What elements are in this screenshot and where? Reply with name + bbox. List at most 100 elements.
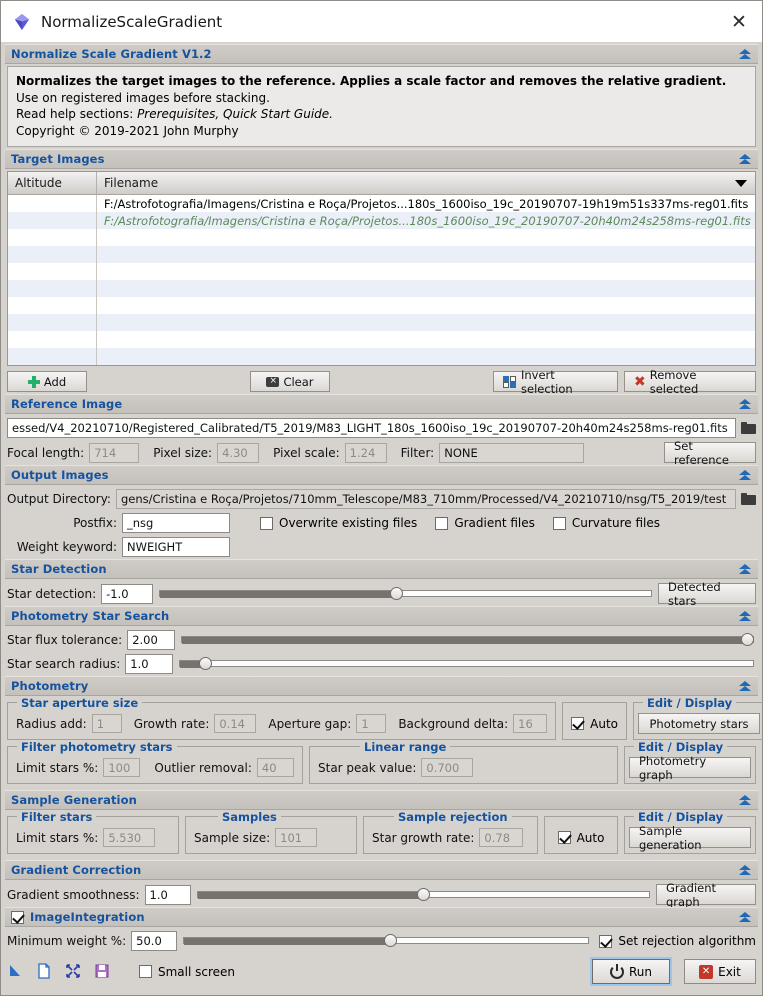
remove-selected-button[interactable]: ✖ Remove selected <box>624 368 756 396</box>
collapse-up-icon[interactable] <box>739 680 752 693</box>
collapse-up-icon[interactable] <box>739 864 752 877</box>
invert-selection-button[interactable]: Invert selection <box>493 368 618 396</box>
table-row-empty[interactable] <box>8 331 755 349</box>
gradient-graph-button[interactable]: Gradient graph <box>656 881 756 909</box>
postfix-field[interactable]: _nsg <box>122 513 230 534</box>
cell-altitude <box>8 314 97 332</box>
checkbox-box[interactable] <box>557 831 571 845</box>
star-flux-tolerance-slider[interactable] <box>181 630 754 650</box>
table-row[interactable]: F:/Astrofotografia/Imagens/Cristina e Ro… <box>8 212 755 230</box>
gradient-files-checkbox[interactable]: Gradient files <box>435 516 535 530</box>
section-header-star-detection[interactable]: Star Detection <box>5 559 758 580</box>
overwrite-existing-label: Overwrite existing files <box>279 516 418 531</box>
save-icon[interactable] <box>94 963 114 981</box>
run-button[interactable]: Run <box>592 959 670 985</box>
checkbox-box[interactable] <box>260 516 273 530</box>
slider-handle[interactable] <box>199 657 213 671</box>
focal-length-field: 714 <box>89 442 140 463</box>
help-links[interactable]: Prerequisites, Quick Start Guide. <box>137 107 333 121</box>
checkbox-box[interactable] <box>139 965 152 979</box>
collapse-up-icon[interactable] <box>739 398 752 411</box>
add-button[interactable]: Add <box>7 371 87 393</box>
close-icon[interactable]: ✕ <box>726 9 752 35</box>
slider-handle[interactable] <box>384 934 398 948</box>
sample-generation-button[interactable]: Sample generation <box>629 824 751 852</box>
photometry-auto-checkbox[interactable]: Auto <box>571 717 618 731</box>
table-row-empty[interactable] <box>8 246 755 264</box>
exit-button[interactable]: ✕ Exit <box>684 959 756 985</box>
set-reference-button[interactable]: Set reference <box>664 439 756 467</box>
gradient-smoothness-field[interactable]: 1.0 <box>144 884 191 905</box>
table-row-empty[interactable] <box>8 280 755 298</box>
new-document-icon[interactable] <box>36 963 56 981</box>
collapse-up-icon[interactable] <box>739 469 752 482</box>
column-header-altitude[interactable]: Altitude <box>8 172 97 195</box>
section-header-main[interactable]: Normalize Scale Gradient V1.2 <box>5 44 758 64</box>
cell-altitude <box>8 246 97 264</box>
photometry-graph-button[interactable]: Photometry graph <box>629 754 751 782</box>
collapse-up-icon[interactable] <box>739 794 752 807</box>
output-directory-field[interactable]: gens/Cristina e Roça/Projetos/710mm_Tele… <box>115 489 736 510</box>
slider-handle[interactable] <box>741 633 754 647</box>
star-detection-slider[interactable] <box>159 584 652 604</box>
star-search-radius-slider[interactable] <box>179 654 754 674</box>
clear-button[interactable]: Clear <box>250 371 330 393</box>
collapse-up-icon[interactable] <box>739 610 752 623</box>
table-row-empty[interactable] <box>8 229 755 247</box>
minimum-weight-field[interactable]: 50.0 <box>131 931 178 952</box>
folder-icon[interactable] <box>741 492 756 506</box>
slider-handle[interactable] <box>417 887 431 901</box>
window-title: NormalizeScaleGradient <box>41 12 223 31</box>
arrow-cursor-icon[interactable] <box>7 963 27 981</box>
minimum-weight-slider[interactable] <box>183 931 590 951</box>
checkbox-box[interactable] <box>435 516 449 530</box>
filter-field[interactable]: NONE <box>439 442 585 463</box>
section-header-image-integration[interactable]: ImageIntegration <box>5 907 758 928</box>
collapse-up-icon[interactable] <box>739 911 752 924</box>
checkbox-box[interactable] <box>599 934 613 948</box>
table-row-empty[interactable] <box>8 314 755 332</box>
weight-keyword-field[interactable]: NWEIGHT <box>122 537 230 558</box>
section-header-target-images[interactable]: Target Images <box>5 149 758 170</box>
detected-stars-button[interactable]: Detected stars <box>658 580 756 608</box>
collapse-up-icon[interactable] <box>739 153 752 166</box>
section-header-reference-image[interactable]: Reference Image <box>5 394 758 415</box>
gradient-smoothness-slider[interactable] <box>196 885 650 905</box>
cell-altitude <box>8 280 97 298</box>
collapse-up-icon[interactable] <box>739 48 752 61</box>
photometry-stars-button[interactable]: Photometry stars <box>638 713 761 735</box>
folder-icon[interactable] <box>741 421 756 435</box>
star-flux-tolerance-field[interactable]: 2.00 <box>127 630 176 651</box>
table-row-empty[interactable] <box>8 297 755 315</box>
checkbox-box[interactable] <box>571 717 585 731</box>
checkbox-box[interactable] <box>552 516 566 530</box>
sample-auto-checkbox[interactable]: Auto <box>557 831 604 845</box>
overwrite-existing-checkbox[interactable]: Overwrite existing files <box>260 516 417 530</box>
section-title-target-images: Target Images <box>11 152 105 167</box>
table-row-empty[interactable] <box>8 263 755 281</box>
section-header-photometry[interactable]: Photometry <box>5 676 758 697</box>
curvature-files-checkbox[interactable]: Curvature files <box>552 516 660 530</box>
reference-path-field[interactable]: essed/V4_20210710/Registered_Calibrated/… <box>7 418 736 439</box>
table-row[interactable]: F:/Astrofotografia/Imagens/Cristina e Ro… <box>8 195 755 213</box>
table-row-empty[interactable] <box>8 348 755 366</box>
star-detection-field[interactable]: -1.0 <box>101 583 154 604</box>
slider-handle[interactable] <box>389 586 403 600</box>
reset-icon[interactable] <box>65 963 85 981</box>
section-header-sample-generation[interactable]: Sample Generation <box>5 790 758 811</box>
column-header-filename[interactable]: Filename <box>97 172 755 194</box>
sort-descending-icon[interactable] <box>735 179 747 187</box>
section-header-photometry-star-search[interactable]: Photometry Star Search <box>5 606 758 627</box>
section-title-star-detection: Star Detection <box>11 562 107 577</box>
set-rejection-algorithm-checkbox[interactable]: Set rejection algorithm <box>599 934 756 948</box>
small-screen-checkbox[interactable]: Small screen <box>139 965 235 979</box>
edit-display-title: Edit / Display <box>634 740 728 755</box>
section-header-gradient-correction[interactable]: Gradient Correction <box>5 860 758 881</box>
star-search-radius-field[interactable]: 1.0 <box>125 654 174 675</box>
collapse-up-icon[interactable] <box>739 563 752 576</box>
invert-selection-icon <box>503 375 517 388</box>
image-integration-checkbox[interactable] <box>11 910 24 924</box>
section-header-output-images[interactable]: Output Images <box>5 465 758 486</box>
pixel-scale-field: 1.24 <box>344 442 387 463</box>
radius-add-label: Radius add: <box>16 716 87 731</box>
